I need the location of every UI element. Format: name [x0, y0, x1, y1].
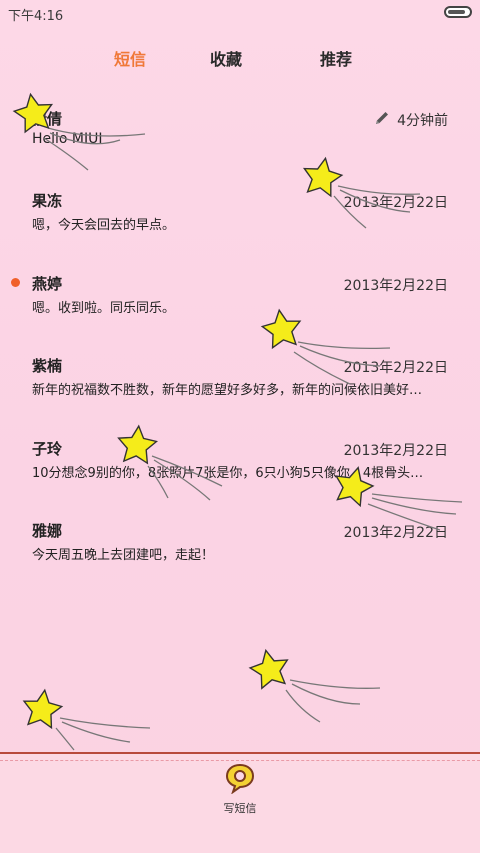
tab-recommended[interactable]: 推荐	[320, 46, 352, 70]
message-preview: 今天周五晚上去团建吧，走起！	[32, 548, 215, 563]
contact-name: 雅娜	[32, 522, 63, 540]
contact-name: 紫楠	[32, 357, 63, 375]
compose-message-icon	[225, 763, 255, 794]
star-icon	[246, 645, 293, 691]
conversation-item[interactable]: 雅娜 2013年2月22日 今天周五晚上去团建吧，走起！	[0, 512, 480, 582]
message-time: 2013年2月22日	[343, 278, 448, 294]
battery-icon	[444, 6, 472, 18]
message-time: 2013年2月22日	[343, 195, 448, 211]
conversation-item[interactable]: 果冻 2013年2月22日 嗯，今天会回去的早点。	[0, 182, 480, 252]
message-preview: 新年的祝福数不胜数，新年的愿望好多好多，新年的问候依旧美好…	[32, 383, 423, 398]
contact-name: 果冻	[32, 192, 63, 210]
compose-button[interactable]: 写短信	[214, 762, 266, 822]
message-preview: 10分想念9别的你，8张照片7张是你，6只小狗5只像你，4根骨头…	[32, 466, 424, 481]
conversation-item[interactable]: 燕婷 2013年2月22日 嗯。收到啦。同乐同乐。	[0, 265, 480, 335]
message-time: 2013年2月22日	[343, 360, 448, 376]
compose-label: 写短信	[223, 802, 257, 815]
contact-name: 燕婷	[32, 275, 63, 293]
message-time: 2013年2月22日	[343, 443, 448, 459]
message-preview: 嗯，今天会回去的早点。	[32, 218, 176, 233]
message-time: 4分钟前	[397, 113, 448, 129]
star-icon	[20, 686, 65, 730]
message-preview: 嗯。收到啦。同乐同乐。	[32, 301, 176, 316]
conversation-item[interactable]: 子玲 2013年2月22日 10分想念9别的你，8张照片7张是你，6只小狗5只像…	[0, 430, 480, 500]
tab-bar: 短信 收藏 推荐	[0, 40, 480, 76]
tab-messages[interactable]: 短信	[114, 46, 146, 70]
bottom-toolbar: 写短信	[0, 752, 480, 853]
tab-favorites[interactable]: 收藏	[210, 46, 242, 70]
status-time: 下午4:16	[8, 9, 64, 24]
conversation-item[interactable]: 倩倩 4分钟前 Hello MIUI	[0, 100, 480, 170]
battery-level	[448, 10, 465, 14]
status-bar: 下午4:16	[0, 0, 480, 28]
messages-screen: 下午4:16 短信 收藏 推荐 倩倩 4分钟前 Hello MIUI 果冻 20…	[0, 0, 480, 853]
message-preview: Hello MIUI	[32, 131, 103, 147]
pencil-icon	[376, 112, 388, 124]
message-time: 2013年2月22日	[343, 525, 448, 541]
unread-dot	[11, 278, 20, 287]
contact-name: 子玲	[32, 440, 63, 458]
contact-name: 倩倩	[32, 110, 63, 128]
shooting-star	[55, 717, 151, 751]
conversation-item[interactable]: 紫楠 2013年2月22日 新年的祝福数不胜数，新年的愿望好多好多，新年的问候依…	[0, 347, 480, 417]
shooting-star	[285, 679, 381, 723]
